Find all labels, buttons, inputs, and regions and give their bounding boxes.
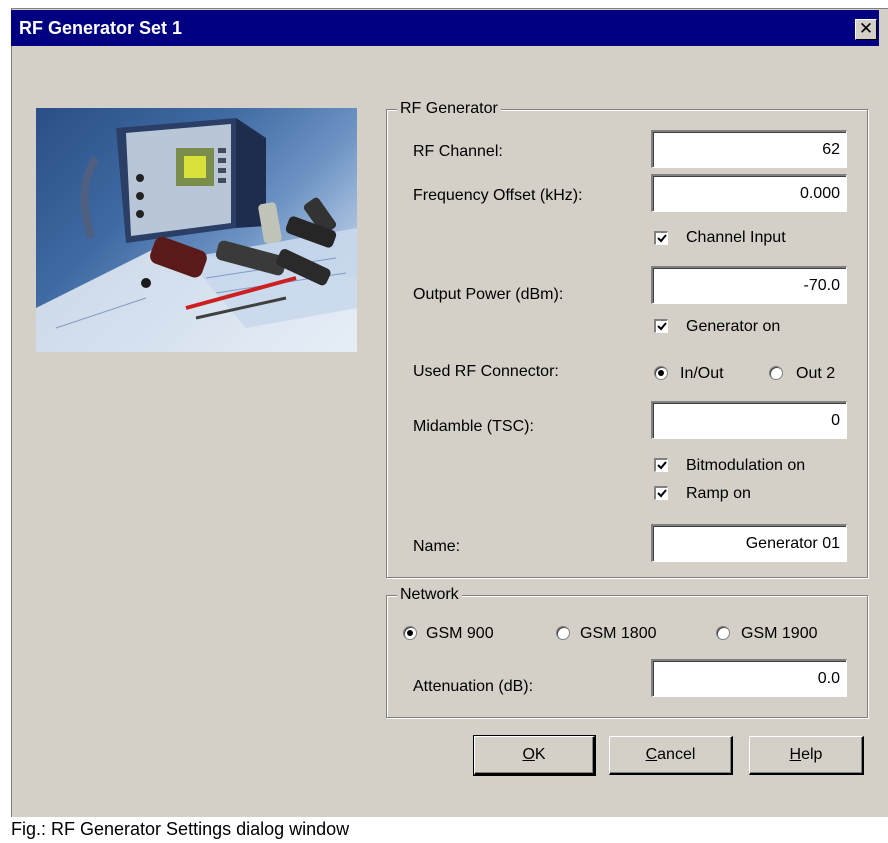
- bitmodulation-checkbox[interactable]: [654, 458, 668, 472]
- cancel-button[interactable]: Cancel: [609, 736, 733, 775]
- gsm900-label: GSM 900: [426, 625, 494, 642]
- gsm1800-label: GSM 1800: [580, 625, 657, 642]
- name-label: Name:: [413, 538, 461, 555]
- checkmark-icon: [657, 461, 667, 470]
- connector-in-out-label: In/Out: [680, 365, 724, 382]
- product-photo: [36, 108, 357, 352]
- rf-channel-input[interactable]: 62: [651, 130, 847, 168]
- connector-out2-label: Out 2: [796, 365, 836, 382]
- attenuation-label: Attenuation (dB):: [413, 678, 534, 695]
- ok-label-rest: K: [534, 746, 546, 763]
- channel-input-label: Channel Input: [686, 229, 786, 246]
- used-rf-connector-label: Used RF Connector:: [413, 363, 559, 380]
- ramp-on-checkbox[interactable]: [654, 486, 668, 500]
- connector-out2-radio[interactable]: [769, 366, 783, 380]
- figure-caption: Fig.: RF Generator Settings dialog windo…: [11, 819, 350, 839]
- gsm1800-radio[interactable]: [556, 626, 570, 640]
- gsm900-radio[interactable]: [403, 626, 417, 640]
- connector-in-out-radio[interactable]: [654, 366, 668, 380]
- cancel-mnemonic: C: [645, 746, 658, 763]
- ok-button[interactable]: OK: [473, 735, 596, 776]
- attenuation-input[interactable]: 0.0: [651, 659, 847, 697]
- close-icon: ✕: [858, 19, 874, 39]
- name-input[interactable]: Generator 01: [651, 524, 847, 562]
- rf-channel-label: RF Channel:: [413, 143, 503, 160]
- gsm1900-label: GSM 1900: [741, 625, 818, 642]
- help-mnemonic: H: [789, 746, 802, 763]
- network-group-label: Network: [397, 585, 462, 605]
- midamble-label: Midamble (TSC):: [413, 418, 534, 435]
- midamble-input[interactable]: 0: [651, 401, 847, 439]
- frequency-offset-input[interactable]: 0.000: [651, 174, 847, 212]
- ok-mnemonic: O: [522, 746, 535, 763]
- network-group: Network: [386, 585, 868, 718]
- help-button[interactable]: Help: [749, 736, 864, 775]
- frequency-offset-label: Frequency Offset (kHz):: [413, 187, 583, 204]
- bitmodulation-label: Bitmodulation on: [686, 457, 806, 474]
- channel-input-checkbox[interactable]: [654, 231, 668, 245]
- title-bar: RF Generator Set 1 ✕: [11, 10, 879, 46]
- checkmark-icon: [657, 322, 667, 331]
- generator-on-checkbox[interactable]: [654, 319, 668, 333]
- output-power-label: Output Power (dBm):: [413, 286, 564, 303]
- window-title: RF Generator Set 1: [19, 18, 183, 38]
- rf-generator-group-label: RF Generator: [397, 99, 501, 119]
- cancel-label-rest: ancel: [657, 746, 696, 763]
- checkmark-icon: [657, 234, 667, 243]
- gsm1900-radio[interactable]: [716, 626, 730, 640]
- output-power-input[interactable]: -70.0: [651, 266, 847, 304]
- checkmark-icon: [657, 489, 667, 498]
- ramp-on-label: Ramp on: [686, 485, 751, 502]
- help-label-rest: elp: [801, 746, 823, 763]
- close-button[interactable]: ✕: [855, 19, 877, 40]
- generator-on-label: Generator on: [686, 318, 781, 335]
